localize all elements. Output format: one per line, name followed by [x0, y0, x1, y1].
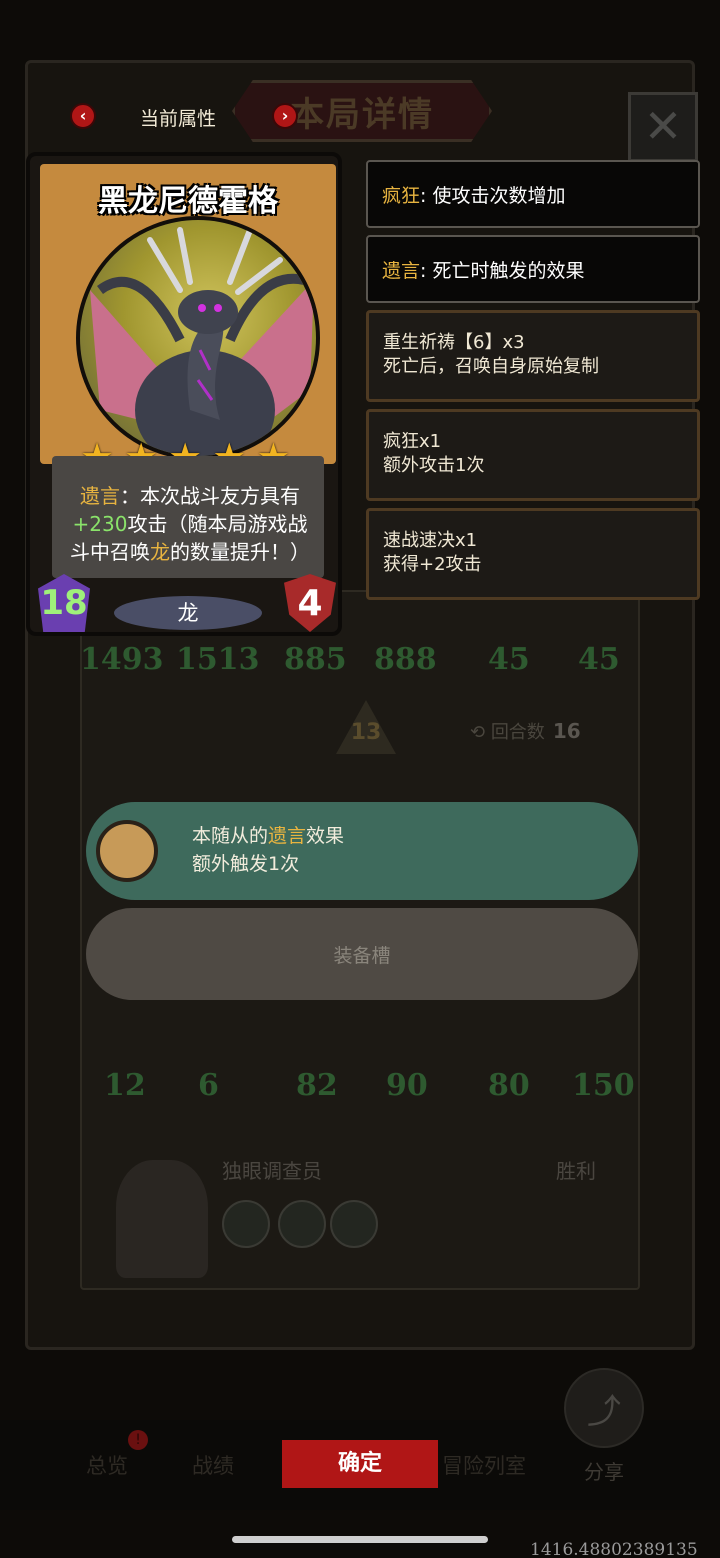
card-name: 黑龙尼德霍格 [98, 184, 278, 219]
home-indicator[interactable] [232, 1536, 488, 1543]
dragon-illustration [90, 227, 314, 456]
keyword-name: 疯狂 [382, 184, 421, 207]
deathrattle-keyword: 遗言 [80, 484, 120, 508]
prev-button[interactable]: ‹ [70, 103, 96, 129]
desc-text: ：本次战斗友方具有 [120, 484, 300, 508]
tooltip-line2: 额外触发1次 [192, 853, 300, 875]
close-button[interactable]: ✕ [628, 92, 698, 162]
tooltip-text-prefix: 本随从的 [192, 825, 269, 847]
item-slot[interactable] [330, 1200, 378, 1248]
minion-health: 90 [386, 1068, 428, 1103]
player-result: 胜利 [556, 1159, 596, 1183]
effect-title: 疯狂x1 [383, 431, 442, 452]
minion-health: 1513 [176, 642, 260, 677]
keyword-name: 遗言 [382, 259, 421, 282]
tooltip-text: 本随从的遗言效果 额外触发1次 [192, 822, 344, 878]
card-description: 遗言：本次战斗友方具有+230攻击（随本局游戏战斗中召唤龙的数量提升！） [52, 456, 324, 578]
effect-quick-strike: 速战速决x1 获得+2攻击 [366, 508, 700, 600]
tier-gem-icon: 18 [38, 574, 90, 632]
nav-gallery[interactable]: 冒险列室 [442, 1450, 526, 1480]
keyword-deathrattle: 遗言: 死亡时触发的效果 [366, 235, 700, 303]
arrow-value: 13 [350, 720, 382, 745]
minion-attack: 1493 [80, 642, 164, 677]
race-keyword: 龙 [150, 540, 170, 564]
effect-title: 速战速决x1 [383, 530, 478, 551]
close-icon: ✕ [643, 99, 683, 153]
effect-rebirth: 重生祈祷【6】x3 死亡后，召唤自身原始复制 [366, 310, 700, 402]
minion-attack: 12 [104, 1068, 146, 1103]
tooltip-text-suffix: 效果 [306, 825, 345, 847]
minion-attack: 82 [296, 1068, 338, 1103]
coordinate-readout: 1416.48802389135 [530, 1540, 698, 1558]
round-value: 16 [552, 719, 581, 743]
refresh-icon: ⟲ [470, 722, 491, 743]
confirm-button[interactable]: 确定 [282, 1440, 438, 1488]
minion-health: 6 [198, 1068, 219, 1103]
race-tag: 龙 [114, 596, 262, 630]
next-button[interactable]: › [272, 103, 298, 129]
nav-overview[interactable]: 总览 [86, 1450, 128, 1480]
round-label: 回合数 [490, 722, 545, 743]
effect-detail: 额外攻击1次 [383, 455, 485, 476]
deathrattle-tooltip: 本随从的遗言效果 额外触发1次 [86, 802, 638, 900]
notification-badge: ! [128, 1430, 148, 1450]
effect-detail: 死亡后，召唤自身原始复制 [383, 356, 599, 377]
attack-bonus: +230 [72, 512, 128, 536]
card-health: 4 [297, 582, 323, 624]
minion-attack: 45 [488, 642, 530, 677]
keyword-desc: : 死亡时触发的效果 [420, 259, 585, 282]
minion-attack: 80 [488, 1068, 530, 1103]
effect-frenzy: 疯狂x1 额外攻击1次 [366, 409, 700, 501]
keyword-desc: : 使攻击次数增加 [420, 184, 566, 207]
player-avatar[interactable] [116, 1160, 208, 1278]
skull-coin-icon [96, 820, 158, 882]
current-attributes-label: 当前属性 [140, 108, 217, 130]
chevron-left-icon: ‹ [79, 106, 87, 125]
player-name: 独眼调查员 [222, 1159, 322, 1183]
dragon-portrait [76, 216, 320, 460]
equipment-slot[interactable]: 装备槽 [86, 908, 638, 1000]
card-frame: 黑龙尼德霍格 [40, 164, 336, 464]
minion-card: 黑龙尼德霍格 ★ ★ ★ ★ ★ 遗言：本次战斗友方具有+230攻击（随本局游戏… [26, 152, 342, 636]
item-slot[interactable] [278, 1200, 326, 1248]
keyword-frenzy: 疯狂: 使攻击次数增加 [366, 160, 700, 228]
tooltip-keyword: 遗言 [268, 825, 307, 847]
share-label: 分享 [584, 1460, 624, 1484]
desc-text: 的数量提升！） [170, 540, 310, 564]
chevron-right-icon: › [281, 106, 289, 125]
minion-attack: 885 [284, 642, 347, 677]
effect-detail: 获得+2攻击 [383, 554, 482, 575]
health-shield-icon: 4 [284, 574, 336, 632]
share-icon: ⤴ [587, 1391, 621, 1432]
round-counter: ⟲ 回合数 16 [470, 718, 581, 744]
nav-record[interactable]: 战绩 [192, 1450, 234, 1480]
share-button[interactable]: ⤴ [564, 1368, 644, 1448]
page-title: 本局详情 [290, 94, 434, 135]
item-slot[interactable] [222, 1200, 270, 1248]
minion-health: 45 [578, 642, 620, 677]
minion-health: 888 [374, 642, 437, 677]
card-tier: 18 [40, 583, 88, 623]
minion-health: 150 [572, 1068, 635, 1103]
effect-title: 重生祈祷【6】x3 [383, 332, 525, 353]
page-title-banner: 本局详情 [232, 80, 492, 142]
